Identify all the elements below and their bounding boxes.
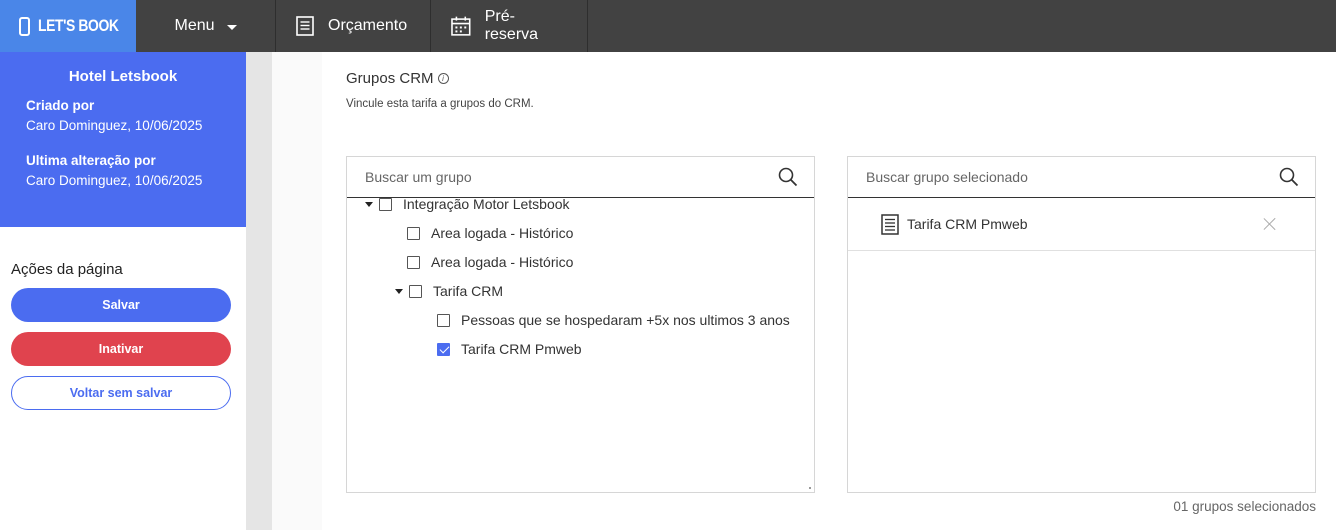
created-by-value: Caro Dominguez, 10/06/2025 (26, 118, 203, 133)
section-subtitle: Vincule esta tarifa a grupos do CRM. (346, 98, 534, 110)
remove-icon[interactable] (1263, 217, 1277, 231)
updated-by-label: Ultima alteração por (26, 153, 156, 168)
tree-node[interactable]: Area logada - Histórico (407, 252, 573, 272)
app-logo[interactable]: LET'S BOOK (0, 0, 136, 52)
expand-arrow-icon[interactable] (365, 201, 373, 207)
page-actions: Ações da página Salvar Inativar Voltar s… (0, 227, 246, 410)
tree-node-label: Area logada - Histórico (431, 225, 574, 241)
page-actions-title: Ações da página (11, 261, 123, 278)
inactivate-button[interactable]: Inativar (11, 332, 231, 366)
menu-dropdown-button[interactable]: Menu (136, 0, 276, 52)
nav-pre-reserva[interactable]: Pré-reserva (431, 0, 588, 52)
main-content: Grupos CRM i Vincule esta tarifa a grupo… (322, 52, 1336, 530)
tree-node-label: Integração Motor Letsbook (403, 198, 570, 212)
resize-handle[interactable] (809, 487, 811, 489)
expand-arrow-icon[interactable] (395, 288, 403, 294)
calendar-icon (451, 16, 471, 36)
tree-node[interactable]: Tarifa CRM Pmweb (437, 339, 582, 359)
updated-by-value: Caro Dominguez, 10/06/2025 (26, 173, 203, 188)
tree-node[interactable]: Pessoas que se hospedaram +5x nos ultimo… (437, 310, 790, 330)
search-icon[interactable] (1279, 167, 1299, 187)
section-title-text: Grupos CRM (346, 70, 434, 87)
tree-node[interactable]: Tarifa CRM (395, 281, 503, 301)
logo-square-icon (19, 16, 30, 36)
tree-checkbox[interactable] (409, 284, 422, 298)
tree-node-label: Pessoas que se hospedaram +5x nos ultimo… (461, 312, 790, 328)
tree-checkbox[interactable] (379, 198, 392, 211)
tree-checkbox[interactable] (407, 226, 420, 240)
tree-checkbox[interactable] (437, 313, 450, 327)
selected-count: 01 grupos selecionados (1173, 499, 1316, 514)
selected-groups-panel: Buscar grupo selecionado Tarifa CRM Pmwe… (847, 156, 1316, 493)
search-icon[interactable] (778, 167, 798, 187)
caret-down-icon (226, 24, 237, 30)
tree-node-label: Area logada - Histórico (431, 254, 574, 270)
tree-checkbox[interactable] (407, 255, 420, 269)
nav-orcamento-label: Orçamento (328, 17, 408, 34)
save-button[interactable]: Salvar (11, 288, 231, 322)
tree-node-label: Tarifa CRM (433, 283, 504, 299)
content-margin (272, 52, 322, 530)
created-by-label: Criado por (26, 98, 95, 113)
top-navigation-bar: LET'S BOOK Menu Orçamento Pré-reserva (0, 0, 1336, 52)
selected-search-placeholder: Buscar grupo selecionado (866, 169, 1028, 185)
hotel-info-card: Hotel Letsbook Criado por Caro Dominguez… (0, 52, 246, 227)
group-tree: Integração Motor Letsbook Area logada - … (347, 198, 814, 492)
tree-node-label: Tarifa CRM Pmweb (461, 341, 582, 357)
back-without-saving-button[interactable]: Voltar sem salvar (11, 376, 231, 410)
hotel-name: Hotel Letsbook (68, 68, 178, 85)
section-title: Grupos CRM i (346, 70, 449, 87)
selected-group-item: Tarifa CRM Pmweb (848, 198, 1315, 251)
group-search-input[interactable]: Buscar um grupo (347, 157, 814, 198)
selected-group-label: Tarifa CRM Pmweb (907, 216, 1028, 232)
available-groups-panel: Buscar um grupo Integração Motor Letsboo… (346, 156, 815, 493)
tree-node[interactable]: Area logada - Histórico (407, 223, 573, 243)
document-icon (881, 213, 899, 235)
tree-checkbox-checked[interactable] (437, 342, 450, 356)
menu-label: Menu (174, 17, 215, 34)
nav-pre-reserva-label: Pré-reserva (484, 8, 539, 43)
tree-node[interactable]: Integração Motor Letsbook (365, 198, 570, 214)
info-icon[interactable]: i (437, 73, 449, 84)
logo-text: LET'S BOOK (37, 16, 119, 35)
left-sidebar: Hotel Letsbook Criado por Caro Dominguez… (0, 52, 246, 530)
document-icon (296, 16, 314, 36)
selected-group-search-input[interactable]: Buscar grupo selecionado (848, 157, 1315, 198)
sidebar-gutter (246, 52, 272, 530)
group-search-placeholder: Buscar um grupo (365, 169, 472, 185)
nav-orcamento[interactable]: Orçamento (276, 0, 431, 52)
